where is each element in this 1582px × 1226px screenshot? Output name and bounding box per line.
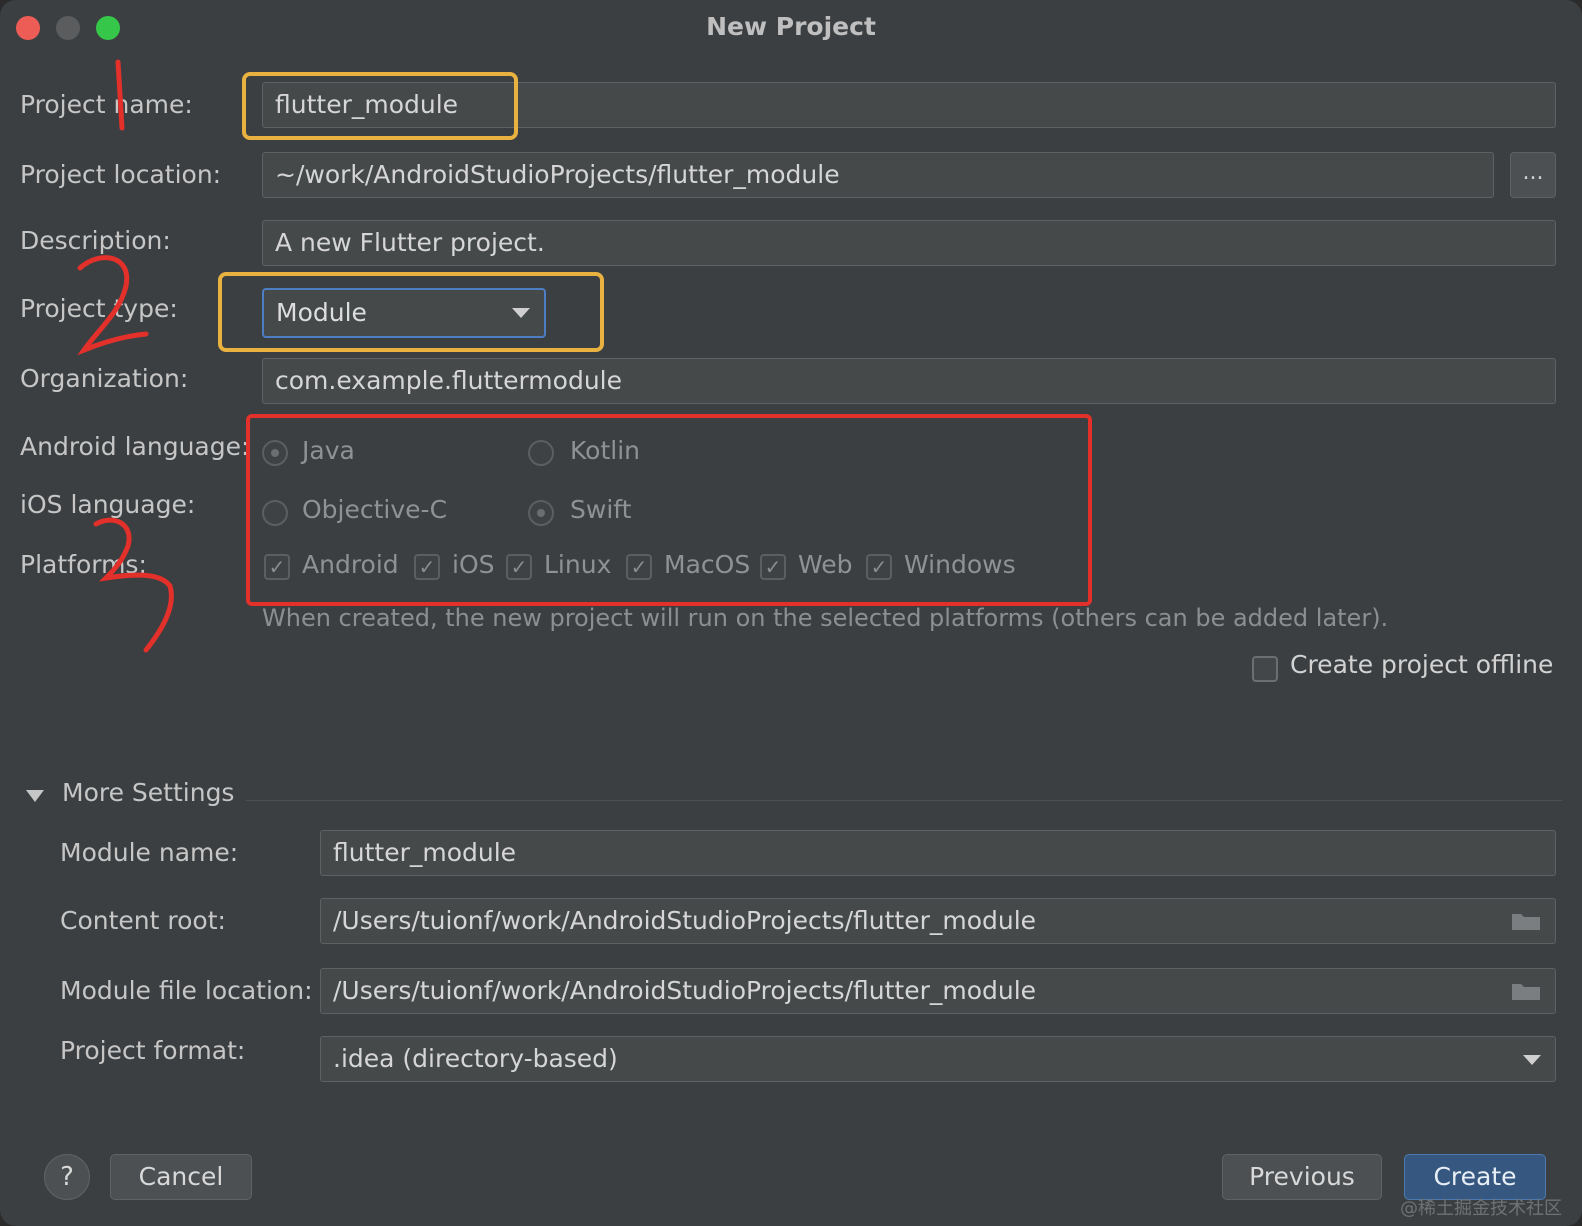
handwritten-annotations	[77, 59, 174, 653]
watermark: @稀土掘金技术社区	[1400, 1198, 1562, 1219]
new-project-dialog: New Project Project name: flutter_module…	[0, 0, 1582, 1226]
